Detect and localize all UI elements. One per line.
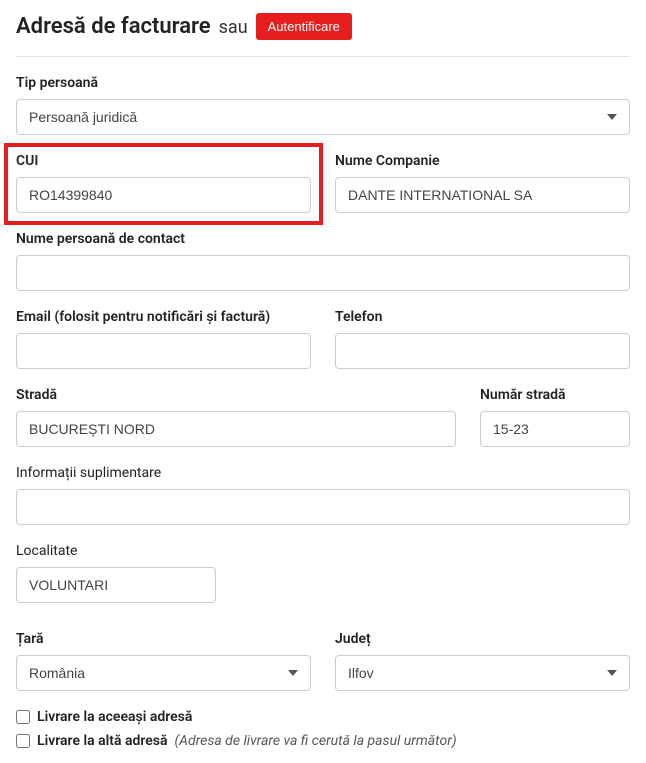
input-localitate[interactable] (16, 567, 216, 603)
checkbox-other-address[interactable] (16, 734, 30, 748)
input-email[interactable] (16, 333, 311, 369)
billing-header: Adresă de facturare sau Autentificare (16, 14, 630, 57)
label-contact: Nume persoană de contact (16, 231, 630, 247)
input-telefon[interactable] (335, 333, 630, 369)
input-numar[interactable] (480, 411, 630, 447)
label-cui: CUI (16, 153, 311, 169)
select-tara[interactable]: România (16, 655, 311, 691)
label-email: Email (folosit pentru notificări și fact… (16, 309, 311, 325)
label-same-address: Livrare la aceeași adresă (37, 709, 192, 725)
checkbox-same-address[interactable] (16, 710, 30, 724)
input-info[interactable] (16, 489, 630, 525)
label-tara: Țară (16, 631, 311, 647)
label-judet: Județ (335, 631, 630, 647)
checkbox-row-same: Livrare la aceeași adresă (16, 709, 630, 725)
input-cui[interactable] (16, 177, 311, 213)
select-judet[interactable]: Ilfov (335, 655, 630, 691)
label-telefon: Telefon (335, 309, 630, 325)
input-contact[interactable] (16, 255, 630, 291)
label-localitate: Localitate (16, 543, 216, 559)
label-tip-persoana: Tip persoană (16, 75, 630, 91)
input-nume-companie[interactable] (335, 177, 630, 213)
label-other-address: Livrare la altă adresă (37, 733, 168, 749)
checkbox-row-other: Livrare la altă adresă (Adresa de livrar… (16, 733, 630, 749)
cui-highlight: CUI (4, 143, 323, 225)
label-numar: Număr stradă (480, 387, 630, 403)
auth-button[interactable]: Autentificare (256, 13, 352, 40)
hint-other-address: (Adresa de livrare va fi cerută la pasul… (175, 733, 457, 749)
label-nume-companie: Nume Companie (335, 153, 630, 169)
input-strada[interactable] (16, 411, 456, 447)
label-strada: Stradă (16, 387, 456, 403)
label-info: Informații suplimentare (16, 465, 630, 481)
page-title: Adresă de facturare (16, 14, 211, 39)
select-tip-persoana[interactable]: Persoană juridică (16, 99, 630, 135)
or-text: sau (219, 17, 248, 38)
